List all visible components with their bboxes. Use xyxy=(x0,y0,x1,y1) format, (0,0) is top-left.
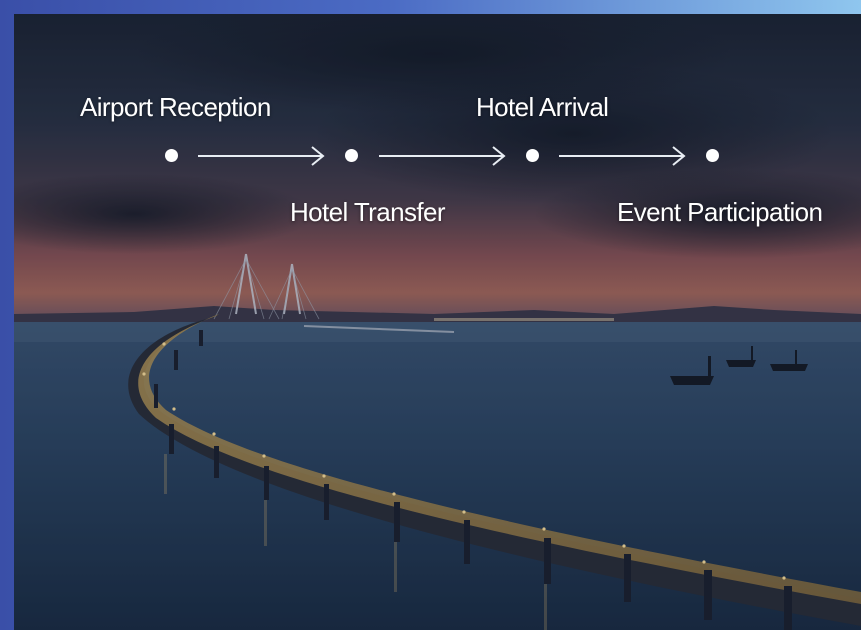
arrow-right-icon xyxy=(559,146,686,166)
step-dot-3 xyxy=(526,149,539,162)
step-dot-2 xyxy=(345,149,358,162)
hero-image: Airport Reception Hotel Transfer Hotel A… xyxy=(14,14,861,630)
arrow-right-icon xyxy=(198,146,325,166)
step-dot-4 xyxy=(706,149,719,162)
banner-frame: Airport Reception Hotel Transfer Hotel A… xyxy=(0,0,861,630)
step-label-airport-reception: Airport Reception xyxy=(80,92,271,122)
step-label-event-participation: Event Participation xyxy=(617,197,823,227)
step-label-hotel-transfer: Hotel Transfer xyxy=(290,197,445,227)
step-dot-1 xyxy=(165,149,178,162)
step-label-hotel-arrival: Hotel Arrival xyxy=(476,92,609,122)
arrow-right-icon xyxy=(379,146,506,166)
